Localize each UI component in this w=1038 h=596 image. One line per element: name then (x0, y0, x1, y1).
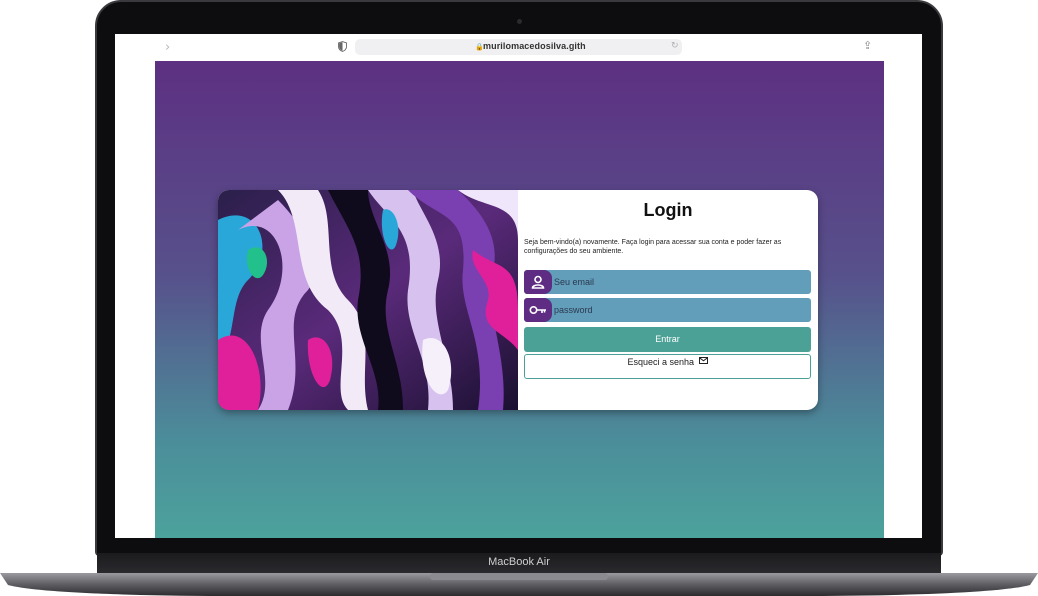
forward-icon[interactable]: › (165, 40, 170, 55)
login-card: Login Seja bem-vindo(a) novamente. Faça … (218, 190, 818, 410)
intro-text: Seja bem-vindo(a) novamente. Faça login … (524, 239, 782, 255)
page-title: Login (643, 200, 693, 220)
reload-icon[interactable]: ↻ (671, 41, 679, 51)
shield-icon[interactable] (338, 41, 347, 52)
password-input[interactable] (554, 298, 804, 322)
login-form: Login Seja bem-vindo(a) novamente. Faça … (524, 190, 812, 410)
password-field (524, 298, 811, 322)
forgot-password-label: Esqueci a senha (627, 357, 695, 367)
login-button[interactable]: Entrar (524, 327, 811, 352)
laptop-chin: MacBook Air (97, 553, 941, 573)
device-label: MacBook Air (488, 556, 550, 568)
laptop-base (0, 573, 1038, 596)
url-text: murilomacedosilva.gith (483, 41, 586, 51)
camera (517, 19, 522, 24)
share-icon[interactable]: ⇪ (863, 39, 872, 52)
screen: › 🔒 murilomacedosilva.gith ↻ ⇪ Login Sej… (115, 34, 922, 538)
address-bar[interactable]: 🔒 murilomacedosilva.gith ↻ (355, 39, 682, 55)
browser-toolbar: › 🔒 murilomacedosilva.gith ↻ ⇪ (115, 34, 922, 61)
key-icon (524, 298, 552, 322)
page-viewport: Login Seja bem-vindo(a) novamente. Faça … (155, 61, 884, 538)
forgot-password-button[interactable]: Esqueci a senha (524, 354, 811, 379)
email-field (524, 270, 811, 294)
email-input[interactable] (554, 270, 804, 294)
user-icon (524, 270, 552, 294)
mail-icon (698, 357, 708, 364)
abstract-art-image (218, 190, 518, 410)
